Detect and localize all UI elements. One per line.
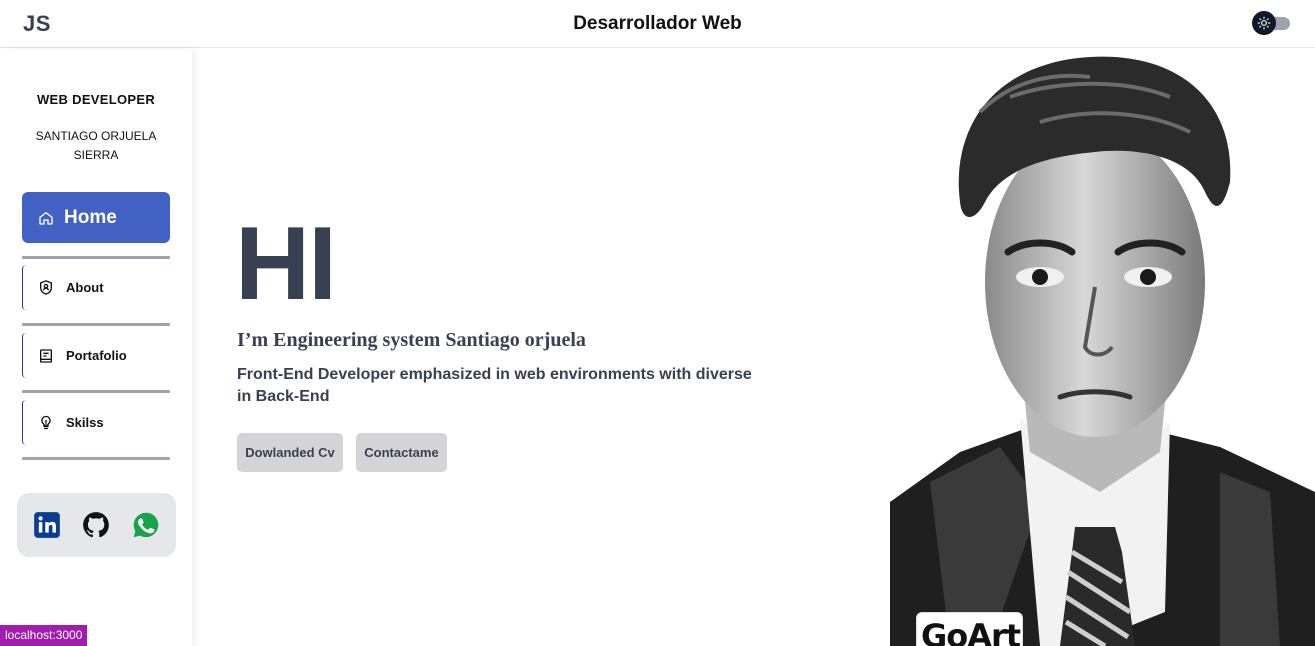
portfolio-icon [40, 348, 52, 363]
profile-portrait: GoArt [890, 52, 1315, 646]
home-icon [39, 211, 53, 225]
goart-watermark: GoArt [916, 612, 1023, 646]
nav-item-skills[interactable]: Skilss [22, 400, 170, 445]
developer-name: SANTIAGO ORJUELA SIERRA [35, 129, 157, 162]
hero-description: Front-End Developer emphasized in web en… [237, 366, 752, 405]
portrait-illustration [890, 56, 1315, 646]
nav-item-about[interactable]: About [22, 265, 170, 310]
lightbulb-icon [41, 415, 51, 430]
nav-item-home[interactable]: Home [22, 192, 170, 243]
whatsapp-icon[interactable] [132, 511, 160, 539]
sun-icon [1257, 16, 1271, 30]
hero-greeting: HI [235, 206, 337, 322]
nav-divider [22, 390, 170, 393]
linkedin-icon[interactable] [33, 511, 61, 539]
role-title: WEB DEVELOPER [36, 92, 156, 107]
hero-intro: I’m Engineering system Santiago orjuela [237, 329, 586, 351]
user-badge-icon [40, 280, 52, 295]
nav-home-label: Home [64, 206, 117, 228]
nav-item-portafolio[interactable]: Portafolio [22, 333, 170, 378]
nav-portafolio-label: Portafolio [66, 348, 127, 363]
watermark-text: GoArt [921, 617, 1021, 646]
nav-divider [22, 323, 170, 326]
nav-divider [22, 457, 170, 460]
download-cv-button[interactable]: Dowlanded Cv [237, 433, 343, 472]
theme-toggle[interactable] [1252, 11, 1290, 35]
toggle-knob [1252, 11, 1276, 35]
github-icon[interactable] [82, 511, 110, 539]
status-url-badge: localhost:3000 [0, 625, 88, 646]
nav-about-label: About [66, 280, 104, 295]
nav-divider [22, 256, 170, 259]
sidebar: WEB DEVELOPER SANTIAGO ORJUELA SIERRA Ho… [0, 49, 192, 646]
social-links [17, 493, 176, 557]
nav-skills-label: Skilss [66, 415, 104, 430]
top-bar: JS Desarrollador Web [0, 0, 1315, 48]
contact-button[interactable]: Contactame [356, 433, 447, 472]
page-title: Desarrollador Web [573, 13, 742, 34]
